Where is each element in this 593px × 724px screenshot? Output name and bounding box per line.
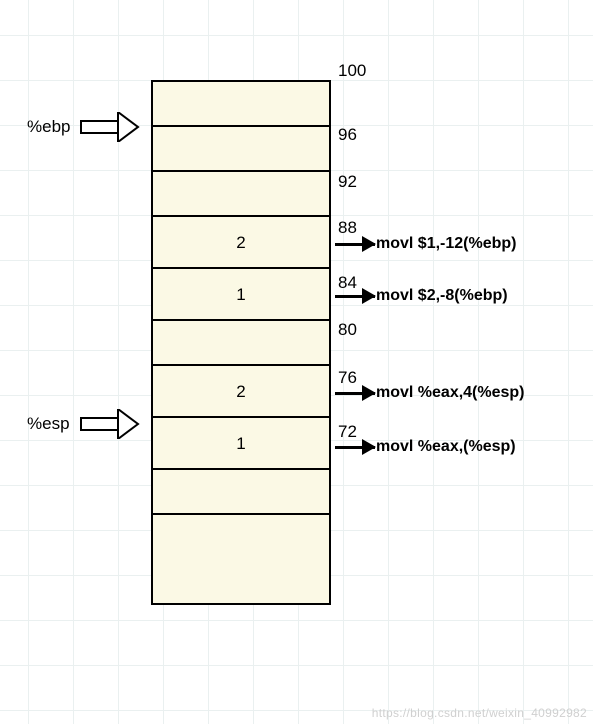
stack-cell [153, 82, 329, 127]
diagram-stage: 2 1 2 1 100 96 92 88 84 80 76 72 %ebp %e… [0, 0, 593, 724]
address-label: 84 [338, 273, 357, 293]
arrow-right-icon [335, 392, 375, 395]
pointer-arrow-icon [80, 113, 140, 141]
stack-cell: 2 [153, 217, 329, 269]
stack-cell: 2 [153, 366, 329, 418]
instruction-label: movl %eax,4(%esp) [376, 384, 525, 402]
arrow-right-icon [335, 446, 375, 449]
arrow-right-icon [335, 295, 375, 298]
instruction-label: movl %eax,(%esp) [376, 438, 516, 456]
stack-frame: 2 1 2 1 [151, 80, 331, 605]
stack-cell: 1 [153, 269, 329, 321]
stack-cell [153, 321, 329, 366]
pointer-arrow-icon [80, 410, 140, 438]
stack-cell [153, 127, 329, 172]
address-label: 92 [338, 172, 357, 192]
cell-value: 2 [236, 366, 245, 418]
address-label: 100 [338, 61, 366, 81]
address-label: 96 [338, 125, 357, 145]
address-label: 76 [338, 368, 357, 388]
register-label-esp: %esp [27, 414, 70, 434]
address-label: 72 [338, 422, 357, 442]
instruction-label: movl $2,-8(%ebp) [376, 287, 508, 305]
stack-cell [153, 470, 329, 515]
stack-cell [153, 515, 329, 605]
cell-value: 1 [236, 418, 245, 470]
stack-cell: 1 [153, 418, 329, 470]
cell-value: 1 [236, 269, 245, 321]
address-label: 80 [338, 320, 357, 340]
stack-cell [153, 172, 329, 217]
address-label: 88 [338, 218, 357, 238]
instruction-label: movl $1,-12(%ebp) [376, 235, 516, 253]
watermark-text: https://blog.csdn.net/weixin_40992982 [372, 706, 587, 720]
register-label-ebp: %ebp [27, 117, 70, 137]
cell-value: 2 [236, 217, 245, 269]
arrow-right-icon [335, 243, 375, 246]
